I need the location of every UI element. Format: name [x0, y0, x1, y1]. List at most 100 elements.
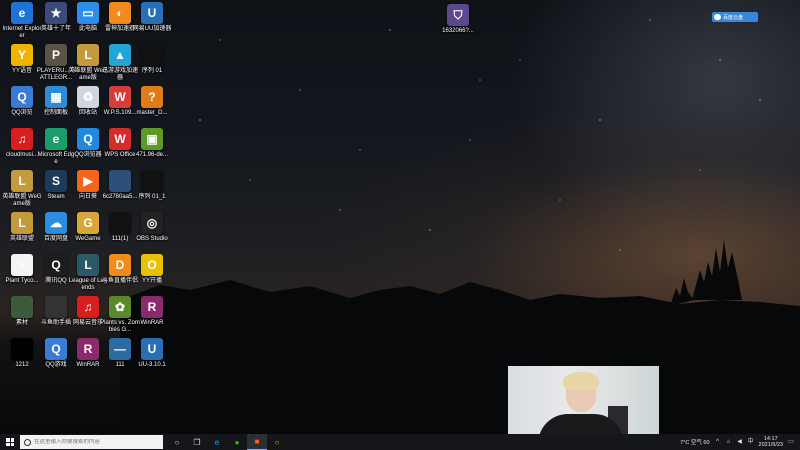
desktop-icon[interactable]: ◎ OBS Studio — [132, 212, 172, 243]
desktop-icon[interactable]: U UU-3.10.1 — [132, 338, 172, 369]
taskbar: ○❐e●■○ 7°C 空气 60 ^ ⌂ ◀ 中 14:17 2021/9/23… — [0, 434, 800, 450]
control-panel-icon: ▦ — [45, 86, 67, 108]
desktop-icon-label: 雷神加速器 — [104, 26, 135, 32]
desktop-icon-label: 序列 01 — [141, 68, 163, 74]
desktop-icon-label: QQ浏览器 — [74, 152, 102, 158]
desktop-icon-label: 百度网盘 — [43, 236, 68, 242]
winrar-icon: R — [77, 338, 99, 360]
weather-widget[interactable]: 7°C 空气 60 — [680, 438, 709, 446]
input-method-icon[interactable]: 中 — [748, 439, 754, 445]
yy-taskbar-icon[interactable]: ○ — [267, 434, 287, 450]
yy-live-icon: O — [141, 254, 163, 276]
desktop-icon-label: Plant Tyco... — [5, 278, 39, 284]
xunyou-accelerator-icon: ▲ — [109, 44, 131, 66]
volume-icon[interactable]: ◀ — [737, 439, 743, 445]
video-file-icon — [141, 170, 163, 192]
douyu-icon: D — [109, 254, 131, 276]
desktop-icon-label: WeGame — [75, 236, 101, 242]
image-file-icon — [11, 296, 33, 318]
computer-icon: ▭ — [77, 2, 99, 24]
desktop-icon-label: QQ浏览 — [11, 110, 33, 116]
qq-browser-icon: Q — [77, 128, 99, 150]
start-button[interactable] — [0, 434, 20, 450]
desktop-icon-label: 向日葵 — [78, 194, 97, 200]
desktop-icon-label: 斗鱼助手插 — [40, 320, 71, 326]
taskbar-clock[interactable]: 14:17 2021/9/23 — [759, 436, 783, 448]
clock-date: 2021/9/23 — [758, 442, 783, 448]
edge-taskbar-icon[interactable]: e — [207, 434, 227, 450]
cloud-icon — [714, 14, 721, 20]
wps-office-icon: W — [109, 128, 131, 150]
desktop-icon-label: 1212 — [15, 362, 29, 368]
desktop-icon-label: 111(1) — [111, 236, 129, 242]
league-wegame-icon: L — [77, 44, 99, 66]
taskbar-apps: ○ ❐ e ● ■ ○ — [167, 434, 287, 450]
desktop-icon[interactable]: U 网易UU加速器 — [132, 2, 172, 33]
internet-explorer-icon: e — [11, 2, 33, 24]
archive-icon: ? — [141, 86, 163, 108]
sunflower-taskbar-icon[interactable]: ■ — [247, 434, 267, 450]
desktop-icon[interactable]: 序列 01_1 — [132, 170, 172, 201]
sunflower-icon: ▶ — [77, 170, 99, 192]
desktop-file-label: 1632066?... — [442, 28, 474, 34]
desktop-icon[interactable]: O YY开播 — [132, 254, 172, 285]
desktop-icon[interactable]: R WinRAR — [132, 296, 172, 327]
document-icon — [45, 296, 67, 318]
chevron-up-icon[interactable]: ^ — [715, 439, 721, 445]
windows-logo-icon — [6, 438, 14, 446]
system-tray: 7°C 空气 60 ^ ⌂ ◀ 中 14:17 2021/9/23 ▭ — [680, 436, 800, 448]
game-hero-icon: ★ — [45, 2, 67, 24]
desktop-icon-label: UU-3.10.1 — [138, 362, 166, 368]
baidu-netdisk-icon: ☁ — [45, 212, 67, 234]
yy-voice-icon: Y — [11, 44, 33, 66]
search-input[interactable] — [34, 439, 154, 445]
desktop-icon-label: YY开播 — [141, 278, 162, 284]
uu-accelerator-icon: U — [141, 2, 163, 24]
network-icon[interactable]: ⌂ — [726, 439, 732, 445]
qq-game-icon: Q — [45, 338, 67, 360]
desktop-icon-label: OBS Studio — [136, 236, 168, 242]
qq-game-icon: Q — [11, 86, 33, 108]
league-icon: L — [77, 254, 99, 276]
document-icon: ≡ — [11, 254, 33, 276]
desktop-icon[interactable]: ▣ 471.96-de... — [132, 128, 172, 159]
image-file-icon — [109, 170, 131, 192]
notification-icon[interactable]: ▭ — [788, 439, 794, 445]
nvidia-driver-icon: ▣ — [141, 128, 163, 150]
desktop-icon-label: 英雄联盟 — [9, 236, 34, 242]
wps-file-icon: W — [109, 86, 131, 108]
desktop-icon-label: 回收站 — [78, 110, 97, 116]
wechat-icon[interactable]: ● — [227, 434, 247, 450]
desktop-icon-label: 111 — [115, 362, 125, 368]
desktop-file-shortcut[interactable]: ⛉ 1632066?... — [438, 4, 478, 35]
desktop-icon-label: YY语音 — [11, 68, 32, 74]
baidu-cloud-badge[interactable]: 百度云盘 — [712, 12, 758, 22]
desktop-icon-label: 网易UU加速器 — [132, 26, 172, 32]
plants-vs-zombies-icon: ✿ — [109, 296, 131, 318]
desktop-icon[interactable]: ? master_D... — [132, 86, 172, 117]
desktop-icon-label: 序列 01_1 — [138, 194, 166, 200]
task-view-icon[interactable]: ❐ — [187, 434, 207, 450]
desktop-icon-label: WinRAR — [76, 362, 100, 368]
search-icon — [24, 438, 31, 446]
desktop-icon-label: QQ游戏 — [45, 362, 67, 368]
desktop-icon-label: master_D... — [136, 110, 168, 116]
desktop-icon-label: 腾讯QQ — [45, 278, 67, 284]
pubg-icon: P — [45, 44, 67, 66]
cortana-icon[interactable]: ○ — [167, 434, 187, 450]
app-shortcut-icon: ⛉ — [447, 4, 469, 26]
leishen-accelerator-icon: ◐ — [109, 2, 131, 24]
desktop-icon-label: 控制面板 — [43, 110, 68, 116]
cloud-badge-label: 百度云盘 — [723, 14, 744, 21]
video-file-icon: — — [109, 338, 131, 360]
desktop-icon-label: Steam — [47, 194, 65, 200]
recycle-bin-icon: ♻ — [77, 86, 99, 108]
video-file-icon — [109, 212, 131, 234]
desktop-icon[interactable]: 序列 01 — [132, 44, 172, 75]
steam-icon: S — [45, 170, 67, 192]
desktop-icon-label: 此电脑 — [78, 26, 97, 32]
desktop-icon-label: 素材 — [15, 320, 28, 326]
wegame-icon: G — [77, 212, 99, 234]
desktop-icon-label: WPS Office — [104, 152, 136, 158]
taskbar-search[interactable] — [20, 435, 163, 449]
